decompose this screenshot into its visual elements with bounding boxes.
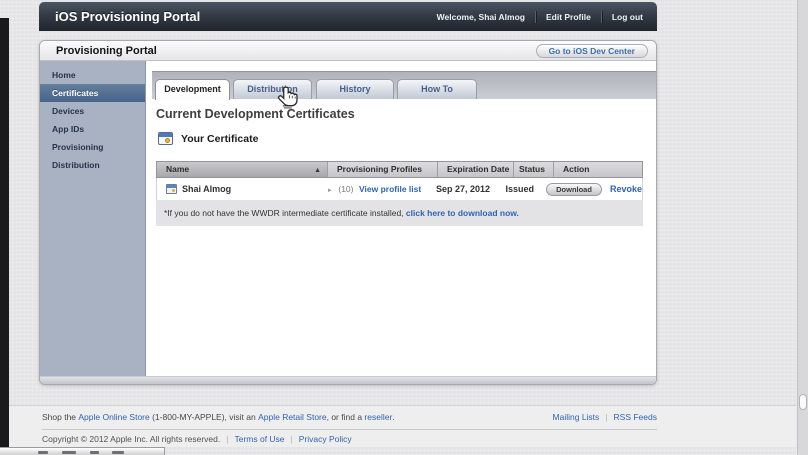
shop-text: (1-800-MY-APPLE), visit an: [149, 412, 259, 422]
footer-divider: |: [226, 434, 229, 444]
column-header-name[interactable]: Name ▲: [157, 162, 327, 177]
cell-name: Shai Almog: [157, 184, 321, 194]
sort-ascending-icon: ▲: [314, 167, 321, 174]
sidebar-item-app-ids[interactable]: App IDs: [40, 120, 145, 138]
cell-action: Download Revoke: [539, 182, 642, 196]
wwdr-note-text: *If you do not have the WWDR intermediat…: [164, 208, 406, 218]
copyright-text: Copyright © 2012 Apple Inc. All rights r…: [42, 434, 221, 444]
certificate-icon-seal: [172, 189, 175, 192]
wwdr-note: *If you do not have the WWDR intermediat…: [156, 200, 643, 226]
tab-history[interactable]: History: [316, 79, 394, 99]
column-header-action: Action: [553, 162, 642, 177]
column-header-provisioning-profiles: Provisioning Profiles: [327, 162, 437, 177]
certificates-table: Name ▲ Provisioning Profiles Expiration …: [156, 161, 643, 226]
footer-feeds-links: Mailing Lists | RSS Feeds: [553, 412, 657, 422]
certificate-icon-titlebar: [167, 185, 176, 188]
section-title: Your Certificate: [181, 132, 259, 145]
privacy-policy-link[interactable]: Privacy Policy: [299, 434, 352, 444]
window-edge-mark: [38, 451, 48, 454]
page-footer: Shop the Apple Online Store (1-800-MY-AP…: [9, 405, 796, 447]
apple-online-store-link[interactable]: Apple Online Store: [78, 412, 149, 422]
column-header-name-label: Name: [166, 164, 190, 174]
table-row: Shai Almog ► (10) View profile list Sep …: [156, 178, 643, 200]
background-window-edge: [0, 447, 165, 455]
nav-divider: [534, 10, 536, 23]
sidebar-item-provisioning[interactable]: Provisioning: [40, 138, 145, 156]
tab-distribution[interactable]: Distribution: [233, 79, 312, 99]
cell-status: Issued: [505, 184, 534, 194]
revoke-link[interactable]: Revoke: [610, 184, 642, 194]
page-title: iOS Provisioning Portal: [55, 9, 201, 24]
portal-header-bar: Provisioning Portal Go to iOS Dev Center: [40, 41, 656, 61]
certificate-icon: [158, 132, 173, 145]
disclosure-triangle-icon[interactable]: ►: [327, 188, 333, 194]
welcome-user-label: Welcome, Shai Almog: [436, 11, 525, 22]
footer-divider: |: [290, 434, 293, 444]
view-profile-list-link[interactable]: View profile list: [359, 184, 421, 194]
certificate-icon: [166, 184, 177, 194]
window-edge-mark: [62, 451, 76, 454]
column-header-status: Status: [513, 162, 553, 177]
content-box-bottom-edge: [40, 376, 656, 384]
sidebar-item-certificates[interactable]: Certificates: [40, 84, 145, 102]
tab-how-to[interactable]: How To: [397, 79, 477, 99]
sidebar-item-devices[interactable]: Devices: [40, 102, 145, 120]
certificate-icon-titlebar: [159, 133, 172, 137]
footer-legal-line: Copyright © 2012 Apple Inc. All rights r…: [42, 434, 352, 444]
go-to-ios-dev-center-button[interactable]: Go to iOS Dev Center: [535, 44, 648, 58]
shop-text: .: [392, 412, 395, 422]
sidebar-item-home[interactable]: Home: [40, 66, 145, 84]
shop-text: , or find a: [326, 412, 365, 422]
edit-profile-link[interactable]: Edit Profile: [546, 12, 591, 22]
reseller-link[interactable]: reseller: [364, 412, 392, 422]
sidebar-item-distribution[interactable]: Distribution: [40, 156, 145, 174]
portal-title: Provisioning Portal: [56, 45, 157, 57]
video-frame-right-edge: [797, 0, 808, 455]
nav-divider: [600, 10, 602, 23]
table-header-row: Name ▲ Provisioning Profiles Expiration …: [156, 161, 643, 178]
shop-text: Shop the: [42, 412, 79, 422]
certificate-owner-name: Shai Almog: [182, 184, 232, 194]
cell-expiration-date: Sep 27, 2012: [435, 184, 491, 194]
download-button[interactable]: Download: [546, 182, 602, 196]
top-nav-bar: iOS Provisioning Portal Welcome, Shai Al…: [39, 2, 657, 31]
column-header-expiration-date: Expiration Date: [437, 162, 513, 177]
terms-of-use-link[interactable]: Terms of Use: [234, 434, 284, 444]
profiles-count: (10): [338, 184, 354, 194]
sidebar-nav: Home Certificates Devices App IDs Provis…: [40, 61, 146, 384]
rss-feeds-link[interactable]: RSS Feeds: [614, 412, 657, 422]
cell-provisioning-profiles: ► (10) View profile list: [321, 184, 427, 194]
video-frame-left-edge: [0, 18, 9, 455]
main-pane: Development Distribution History How To …: [146, 61, 656, 384]
screenshot-stage: iOS Provisioning Portal Welcome, Shai Al…: [0, 0, 808, 455]
footer-divider-line: [42, 429, 657, 430]
wwdr-download-link[interactable]: click here to download now.: [406, 208, 519, 218]
portal-content-box: Provisioning Portal Go to iOS Dev Center…: [39, 40, 657, 385]
mailing-lists-link[interactable]: Mailing Lists: [553, 412, 600, 422]
log-out-link[interactable]: Log out: [612, 12, 643, 22]
content-heading: Current Development Certificates: [156, 107, 355, 121]
tab-development[interactable]: Development: [155, 79, 230, 100]
footer-divider: |: [605, 412, 608, 422]
window-edge-mark: [112, 451, 124, 454]
apple-retail-store-link[interactable]: Apple Retail Store: [258, 412, 327, 422]
scrollbar-thumb[interactable]: [799, 394, 807, 410]
certificate-icon-seal: [165, 138, 170, 143]
window-edge-mark: [90, 451, 99, 454]
